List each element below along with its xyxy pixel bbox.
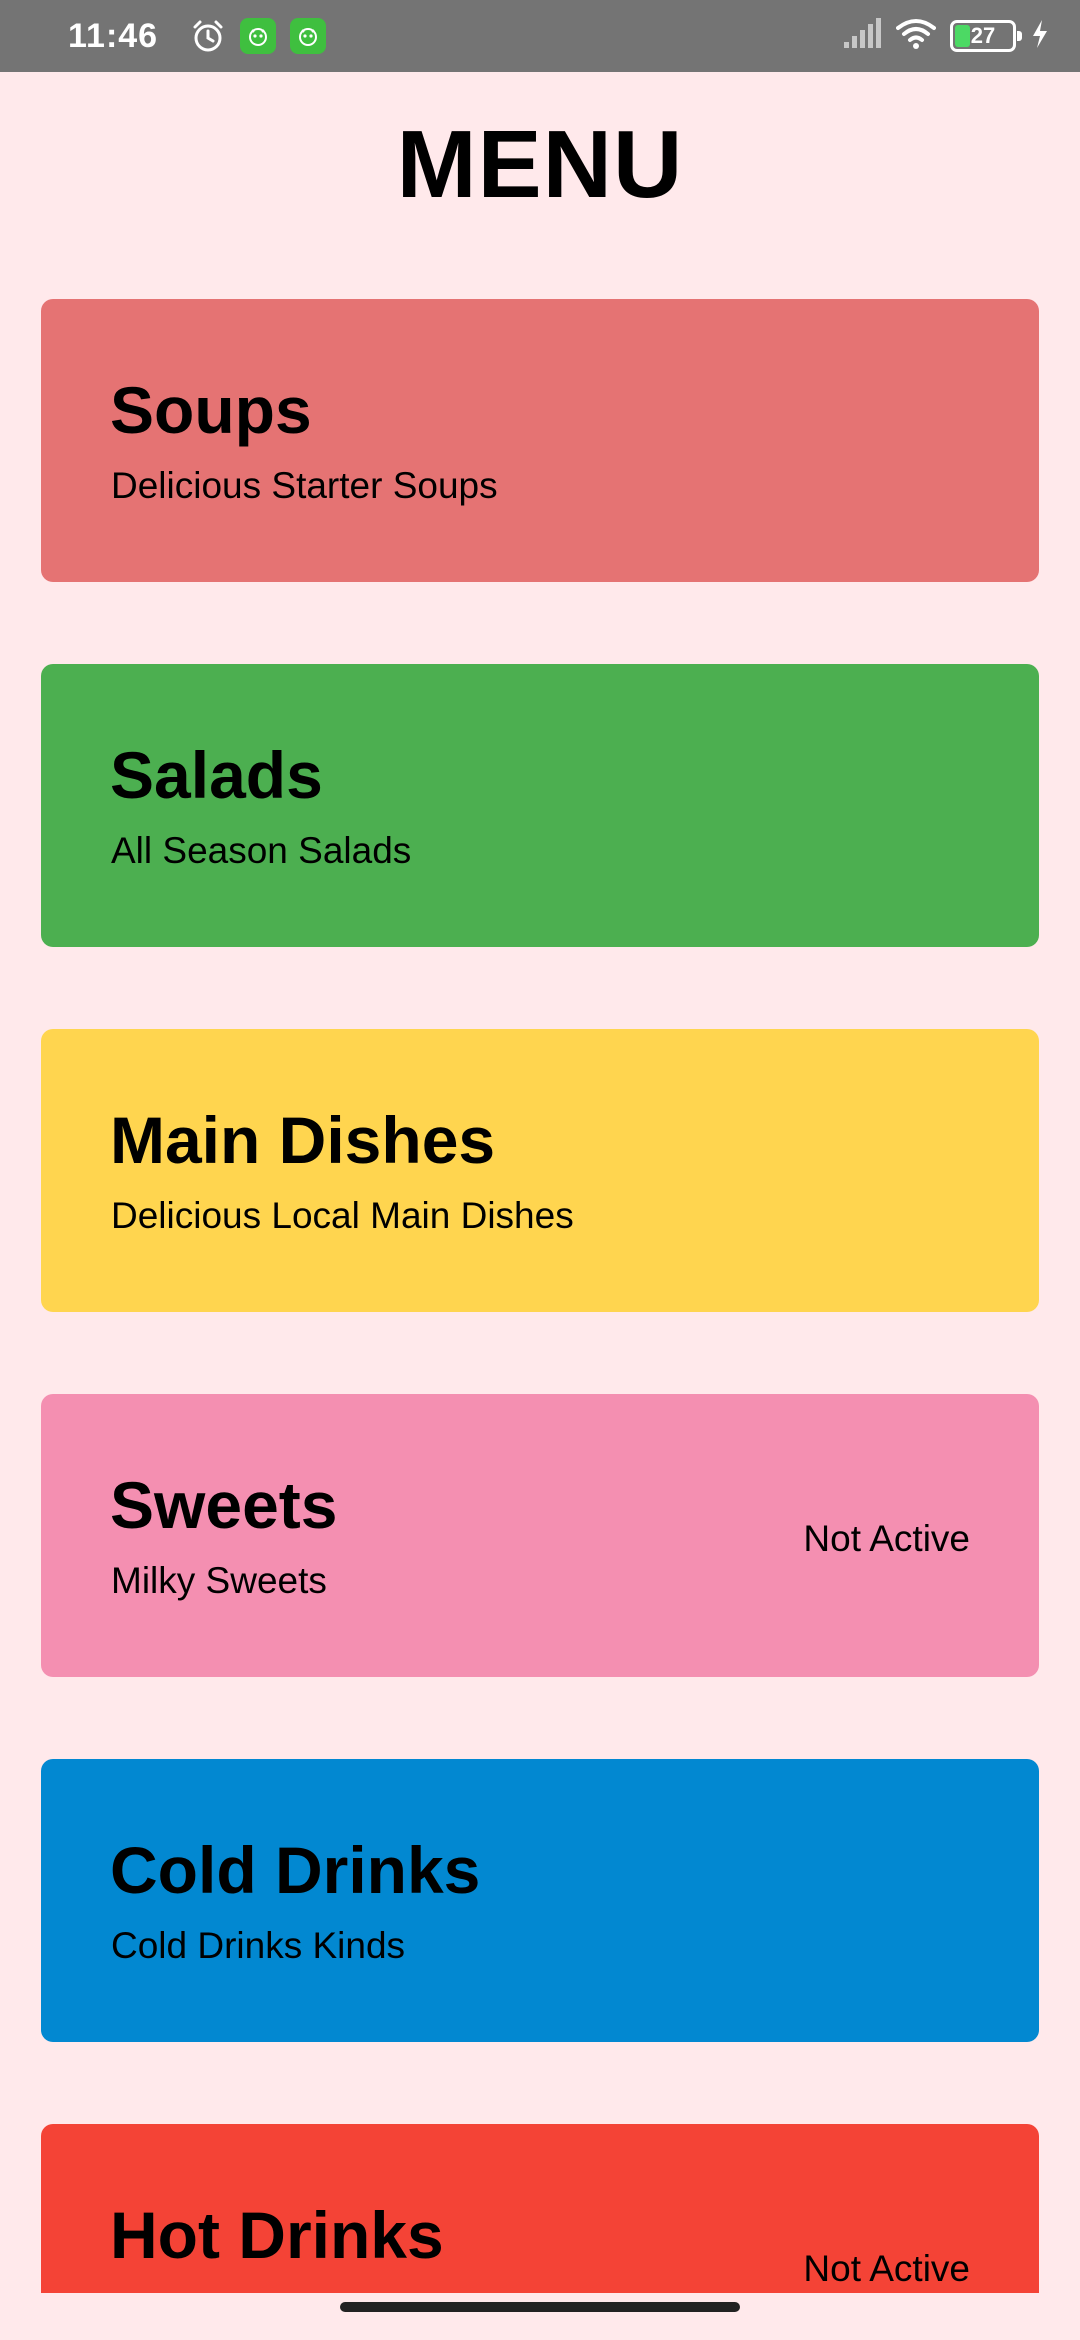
card-title: Salads [110,738,323,812]
card-title: Hot Drinks [110,2198,444,2272]
menu-card-cold-drinks[interactable]: Cold Drinks Cold Drinks Kinds [41,1759,1039,2042]
battery-icon: 27 [950,20,1022,52]
status-right: 27 [842,17,1050,55]
wifi-icon [896,18,936,55]
battery-nub [1017,31,1022,41]
page-title: MENU [396,111,684,218]
card-title: Main Dishes [110,1103,496,1177]
menu-card-sweets[interactable]: Sweets Milky Sweets Not Active [41,1394,1039,1677]
card-status: Not Active [803,1518,970,1559]
app-badge-icon [240,18,277,54]
card-subtitle: Cold Drinks Kinds [111,1925,406,1966]
card-title: Soups [110,373,312,447]
battery-fill [955,25,970,47]
card-subtitle: All Season Salads [111,830,412,871]
home-indicator[interactable] [340,2302,740,2312]
card-subtitle: Milky Sweets [111,1560,327,1601]
card-title: Cold Drinks [110,1833,481,1907]
status-time: 11:46 [68,16,159,55]
signal-icon [842,17,882,55]
battery-level: 27 [970,23,996,48]
menu-card-main-dishes[interactable]: Main Dishes Delicious Local Main Dishes [41,1029,1039,1312]
card-subtitle: Delicious Local Main Dishes [111,1195,574,1236]
status-left: 11:46 [68,16,327,56]
menu-card-hot-drinks[interactable]: Hot Drinks Not Active [41,2124,1039,2293]
navigation-bar [0,2293,1080,2340]
card-title: Sweets [110,1468,338,1542]
card-status: Not Active [803,2248,970,2289]
card-subtitle: Delicious Starter Soups [111,465,498,506]
status-bar: 11:46 27 [0,0,1080,72]
menu-list: Soups Delicious Starter Soups Salads All… [41,299,1039,2293]
alarm-icon [190,18,226,54]
app-badge-icon [290,18,327,54]
menu-card-salads[interactable]: Salads All Season Salads [41,664,1039,947]
menu-card-soups[interactable]: Soups Delicious Starter Soups [41,299,1039,582]
charging-bolt-icon [1030,19,1050,54]
